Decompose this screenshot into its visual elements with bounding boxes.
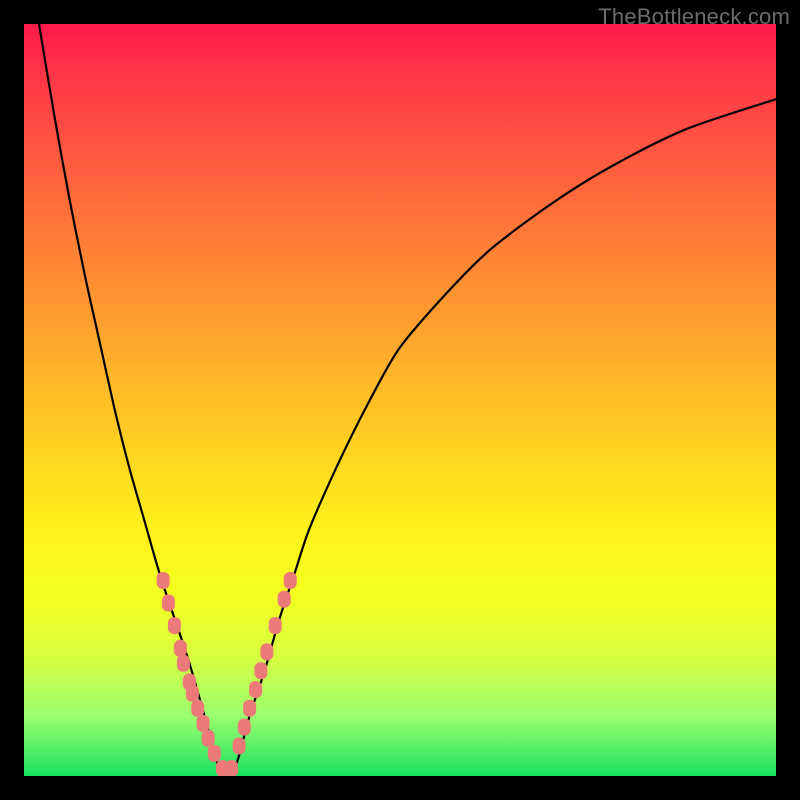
marker-dot	[243, 700, 256, 717]
marker-dot	[174, 640, 187, 657]
marker-dot	[249, 681, 262, 698]
marker-dot	[269, 617, 282, 634]
highlight-markers	[157, 572, 297, 776]
marker-dot	[278, 591, 291, 608]
chart-frame	[24, 24, 776, 776]
marker-dot	[225, 760, 238, 776]
marker-dot	[254, 662, 267, 679]
marker-dot	[260, 643, 273, 660]
bottleneck-curve	[39, 24, 776, 774]
marker-dot	[208, 745, 221, 762]
marker-dot	[177, 655, 190, 672]
marker-dot	[157, 572, 170, 589]
marker-dot	[284, 572, 297, 589]
marker-dot	[162, 595, 175, 612]
marker-dot	[202, 730, 215, 747]
marker-dot	[238, 719, 251, 736]
marker-dot	[197, 715, 210, 732]
marker-dot	[186, 685, 199, 702]
watermark-text: TheBottleneck.com	[598, 4, 790, 30]
marker-dot	[168, 617, 181, 634]
marker-dot	[191, 700, 204, 717]
marker-dot	[233, 737, 246, 754]
bottleneck-plot	[24, 24, 776, 776]
